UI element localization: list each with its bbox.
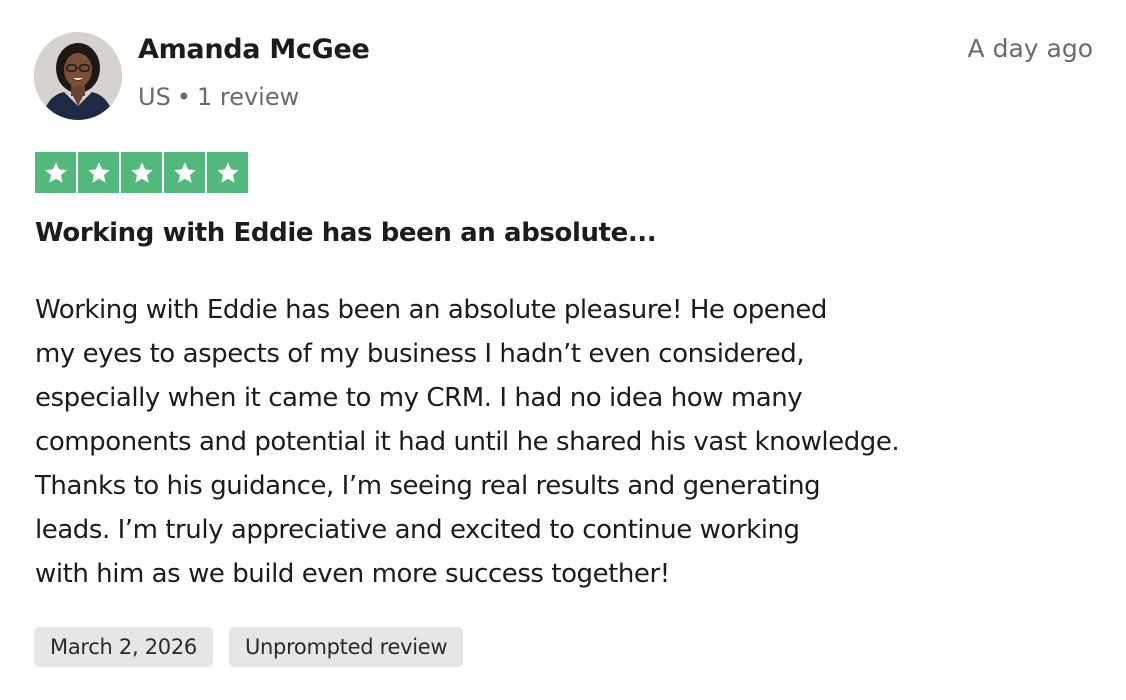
review-body: Working with Eddie has been an absolute … <box>35 288 1095 596</box>
avatar-photo <box>34 32 122 120</box>
review-body-line: leads. I’m truly appreciative and excite… <box>35 515 800 545</box>
star-icon <box>207 152 248 193</box>
star-icon <box>121 152 162 193</box>
review-body-line: components and potential it had until he… <box>35 427 900 457</box>
review-card: Amanda McGee US • 1 review A day ago Worki… <box>0 0 1126 700</box>
star-rating <box>35 152 248 193</box>
review-body-line: with him as we build even more success t… <box>35 559 670 589</box>
review-body-line: Thanks to his guidance, I’m seeing real … <box>35 471 821 501</box>
review-age: A day ago <box>967 34 1093 63</box>
star-icon <box>164 152 205 193</box>
reviewer-meta: US • 1 review <box>138 83 299 111</box>
reviewer-review-count[interactable]: 1 review <box>197 83 299 111</box>
star-icon <box>35 152 76 193</box>
review-body-line: especially when it came to my CRM. I had… <box>35 383 803 413</box>
review-tags: March 2, 2026 Unprompted review <box>34 627 464 667</box>
unprompted-review-badge[interactable]: Unprompted review <box>228 627 464 667</box>
review-date-badge: March 2, 2026 <box>34 627 213 667</box>
star-icon <box>78 152 119 193</box>
reviewer-country: US <box>138 83 171 111</box>
review-body-line: Working with Eddie has been an absolute … <box>35 295 827 325</box>
avatar[interactable] <box>34 32 122 120</box>
review-title[interactable]: Working with Eddie has been an absolute.… <box>35 218 657 248</box>
reviewer-name[interactable]: Amanda McGee <box>138 34 370 65</box>
meta-separator: • <box>176 83 191 111</box>
review-body-line: my eyes to aspects of my business I hadn… <box>35 339 805 369</box>
